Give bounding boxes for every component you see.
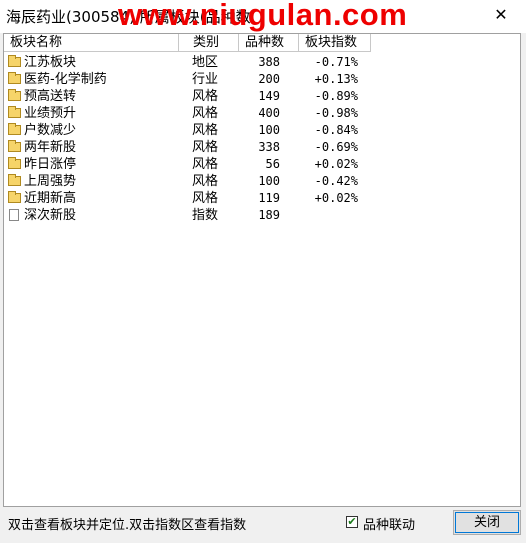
sector-name: 业绩预升 xyxy=(24,106,77,121)
sector-count: 189 xyxy=(258,208,280,222)
sector-index[interactable]: -0.98% xyxy=(300,105,358,122)
sector-name: 上周强势 xyxy=(24,174,77,189)
sector-table[interactable]: 板块名称 类别 品种数 板块指数 江苏板块 地区 388 -0.71% 医药-化学制药 行… xyxy=(3,33,521,507)
table-row[interactable]: 上周强势 风格 100 -0.42% xyxy=(4,173,372,190)
folder-icon xyxy=(8,89,21,101)
table-row[interactable]: 医药-化学制药 行业 200 +0.13% xyxy=(4,71,372,88)
sector-category: 风格 xyxy=(192,123,219,138)
table-row[interactable]: 江苏板块 地区 388 -0.71% xyxy=(4,54,372,71)
table-row[interactable]: 昨日涨停 风格 56 +0.02% xyxy=(4,156,372,173)
sector-index[interactable]: +0.13% xyxy=(300,71,358,88)
table-row[interactable]: 深次新股 指数 189 xyxy=(4,207,372,224)
sector-name: 深次新股 xyxy=(24,208,77,223)
check-icon: ✔ xyxy=(347,515,357,528)
sector-name: 两年新股 xyxy=(24,140,77,155)
sector-count: 100 xyxy=(258,123,280,137)
sector-count: 200 xyxy=(258,72,280,86)
sector-category: 行业 xyxy=(192,72,219,87)
table-row[interactable]: 业绩预升 风格 400 -0.98% xyxy=(4,105,372,122)
sector-count: 400 xyxy=(258,106,280,120)
table-header: 板块名称 类别 品种数 板块指数 xyxy=(4,34,372,52)
sector-count: 388 xyxy=(258,55,280,69)
sector-category: 风格 xyxy=(192,174,219,189)
folder-icon xyxy=(8,123,21,135)
table-row[interactable]: 两年新股 风格 338 -0.69% xyxy=(4,139,372,156)
window-close-icon[interactable]: ✕ xyxy=(490,4,512,26)
sector-index[interactable]: -0.89% xyxy=(300,88,358,105)
sector-index[interactable]: -0.69% xyxy=(300,139,358,156)
sector-count: 338 xyxy=(258,140,280,154)
folder-icon xyxy=(8,72,21,84)
sector-name: 昨日涨停 xyxy=(24,157,77,172)
sector-index[interactable]: -0.71% xyxy=(300,54,358,71)
sector-category: 风格 xyxy=(192,140,219,155)
page-icon xyxy=(9,209,19,221)
sector-category: 风格 xyxy=(192,157,219,172)
folder-icon xyxy=(8,140,21,152)
table-row[interactable]: 近期新高 风格 119 +0.02% xyxy=(4,190,372,207)
sector-name: 近期新高 xyxy=(24,191,77,206)
sector-name: 医药-化学制药 xyxy=(24,72,107,87)
sector-name: 江苏板块 xyxy=(24,55,77,70)
sector-index[interactable]: +0.02% xyxy=(300,156,358,173)
sector-count: 149 xyxy=(258,89,280,103)
sector-category: 风格 xyxy=(192,191,219,206)
hint-text: 双击查看板块并定位.双击指数区查看指数 xyxy=(8,518,247,533)
column-header-category[interactable]: 类别 xyxy=(179,34,239,52)
column-header-name[interactable]: 板块名称 xyxy=(4,34,179,52)
table-row[interactable]: 预高送转 风格 149 -0.89% xyxy=(4,88,372,105)
folder-icon xyxy=(8,191,21,203)
folder-icon xyxy=(8,106,21,118)
sector-index[interactable]: +0.02% xyxy=(300,190,358,207)
sector-dialog: 海辰药业(300584) 所属板块(品种数 www.niugulan.com ✕… xyxy=(0,0,526,543)
sector-category: 地区 xyxy=(192,55,219,70)
sector-name: 户数减少 xyxy=(24,123,77,138)
sector-category: 风格 xyxy=(192,89,219,104)
sector-category: 指数 xyxy=(192,208,219,223)
column-header-index[interactable]: 板块指数 xyxy=(299,34,371,52)
sector-index[interactable]: -0.42% xyxy=(300,173,358,190)
close-button[interactable]: 关闭 xyxy=(453,510,521,535)
title-bar: 海辰药业(300584) 所属板块(品种数 www.niugulan.com ✕ xyxy=(0,0,526,33)
sector-category: 风格 xyxy=(192,106,219,121)
watermark: www.niugulan.com xyxy=(118,0,408,32)
folder-icon xyxy=(8,55,21,67)
column-header-count[interactable]: 品种数 xyxy=(239,34,299,52)
link-checkbox-label[interactable]: 品种联动 xyxy=(363,514,415,533)
sector-count: 119 xyxy=(258,191,280,205)
folder-icon xyxy=(8,174,21,186)
folder-icon xyxy=(8,157,21,169)
sector-name: 预高送转 xyxy=(24,89,77,104)
sector-count: 56 xyxy=(265,157,280,171)
table-row[interactable]: 户数减少 风格 100 -0.84% xyxy=(4,122,372,139)
sector-index[interactable]: -0.84% xyxy=(300,122,358,139)
sector-count: 100 xyxy=(258,174,280,188)
link-checkbox[interactable]: ✔ xyxy=(346,516,358,528)
